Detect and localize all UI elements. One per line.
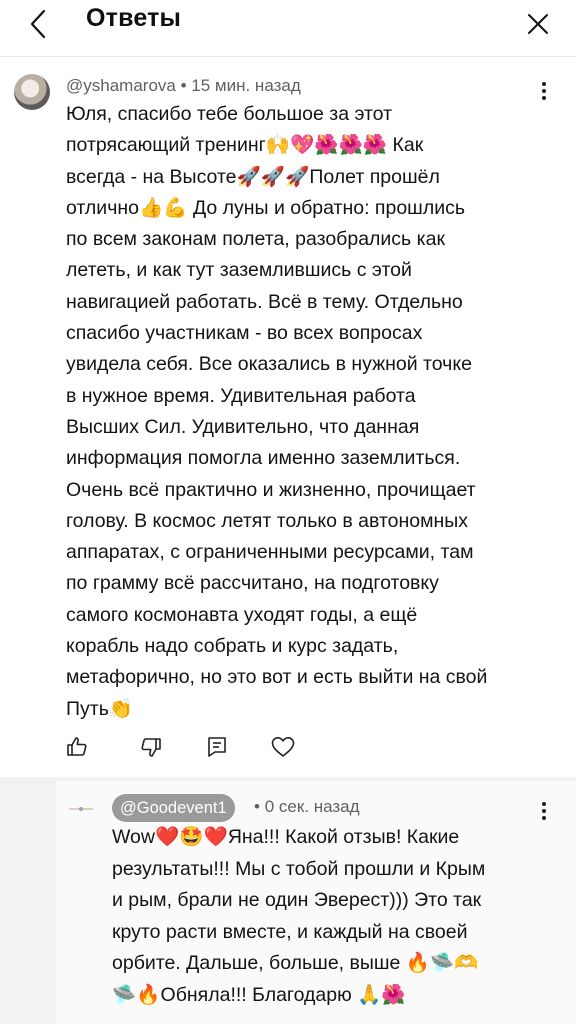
- comment-line: спасибо участникам - во всех вопросах: [66, 322, 423, 345]
- comment-line: Путь👏: [66, 697, 134, 720]
- reply-line: Wow❤️🤩❤️Яна!!! Какой отзыв! Какие: [112, 826, 460, 848]
- reply-icon: [208, 737, 226, 757]
- comment-text: Юля, спасибо тебе большое за этот потряс…: [66, 99, 546, 725]
- comment-line: лететь, и как тут заземлившись с этой: [66, 259, 412, 282]
- comment-line: Очень всё практично и жизненно, прочищае…: [66, 478, 476, 501]
- comment-time[interactable]: 15 мин. назад: [191, 76, 300, 95]
- comment-line: потрясающий тренинг🙌💖🌺🌺🌺 Как: [66, 134, 424, 157]
- reply-author-badge[interactable]: @Goodevent1: [112, 794, 235, 822]
- reply-time[interactable]: 0 сек. назад: [265, 797, 360, 816]
- dislike-button[interactable]: [136, 732, 166, 762]
- reply-button[interactable]: [202, 732, 232, 762]
- comment-line: метафорично, но это вот и есть выйти на …: [66, 666, 488, 689]
- reply-line: результаты!!! Мы с тобой прошли и Крым: [112, 857, 486, 880]
- comment-line: навигацией работать. Всё в тему. Отдельн…: [66, 290, 463, 313]
- avatar[interactable]: [68, 796, 94, 822]
- meta-separator: •: [180, 76, 192, 95]
- comment-line: по всем законам полета, разобрались как: [66, 228, 445, 251]
- comment-line: отлично👍💪 До луны и обратно: прошлись: [66, 196, 465, 219]
- comment-line: информация помогла именно заземлиться.: [66, 447, 461, 470]
- heart-button[interactable]: [268, 732, 298, 762]
- reply-line: орбите. Дальше, больше, выше 🔥🛸🫶: [112, 952, 479, 974]
- chevron-left-icon: [30, 9, 46, 39]
- thumbs-down-icon: [141, 738, 161, 757]
- comment-line: всегда - на Высоте🚀🚀🚀Полет прошёл: [66, 165, 440, 188]
- thumbs-up-icon: [67, 737, 87, 756]
- comment-actions: [62, 732, 322, 762]
- reply-text: Wow❤️🤩❤️Яна!!! Какой отзыв! Какие резуль…: [112, 822, 552, 1011]
- comment-line: голову. В космос летят только в автономн…: [66, 509, 469, 532]
- page-title: Ответы: [86, 4, 182, 32]
- comment-line: по грамму всё рассчитано, на подготовку: [66, 572, 439, 595]
- header-bar: Ответы: [0, 0, 576, 50]
- close-icon: [528, 14, 548, 34]
- reply-line: 🛸🔥Обняла!!! Благодарю 🙏🌺: [112, 983, 406, 1006]
- reply-line: круто расти вместе, и каждый на своей: [112, 920, 468, 943]
- comment-author[interactable]: @yshamarova: [66, 76, 176, 95]
- back-button[interactable]: [20, 6, 56, 42]
- comment-line: Юля, спасибо тебе большое за этот: [66, 103, 393, 125]
- avatar[interactable]: [14, 74, 50, 110]
- meta-separator: •: [254, 797, 265, 816]
- comment-line: Высших Сил. Удивительно, что данная: [66, 415, 420, 438]
- like-button[interactable]: [62, 732, 92, 762]
- comment-line: в нужное время. Удивительная работа: [66, 384, 416, 407]
- comment-line: увидела себя. Все оказались в нужной точ…: [66, 353, 472, 376]
- close-button[interactable]: [520, 6, 556, 42]
- reply-line: и рым, брали не один Эверест))) Это так: [112, 889, 482, 911]
- comment-line: корабль надо собрать и курс задать,: [66, 635, 399, 658]
- comment-line: аппаратах, с ограниченными ресурсами, та…: [66, 541, 474, 564]
- comment-line: самого космонавта уходят годы, а ещё: [66, 603, 418, 626]
- reply-meta: • 0 сек. назад: [254, 797, 360, 817]
- avatar-logo-icon: [69, 807, 93, 811]
- comment-meta: @yshamarova • 15 мин. назад: [66, 76, 301, 96]
- heart-icon: [271, 737, 295, 757]
